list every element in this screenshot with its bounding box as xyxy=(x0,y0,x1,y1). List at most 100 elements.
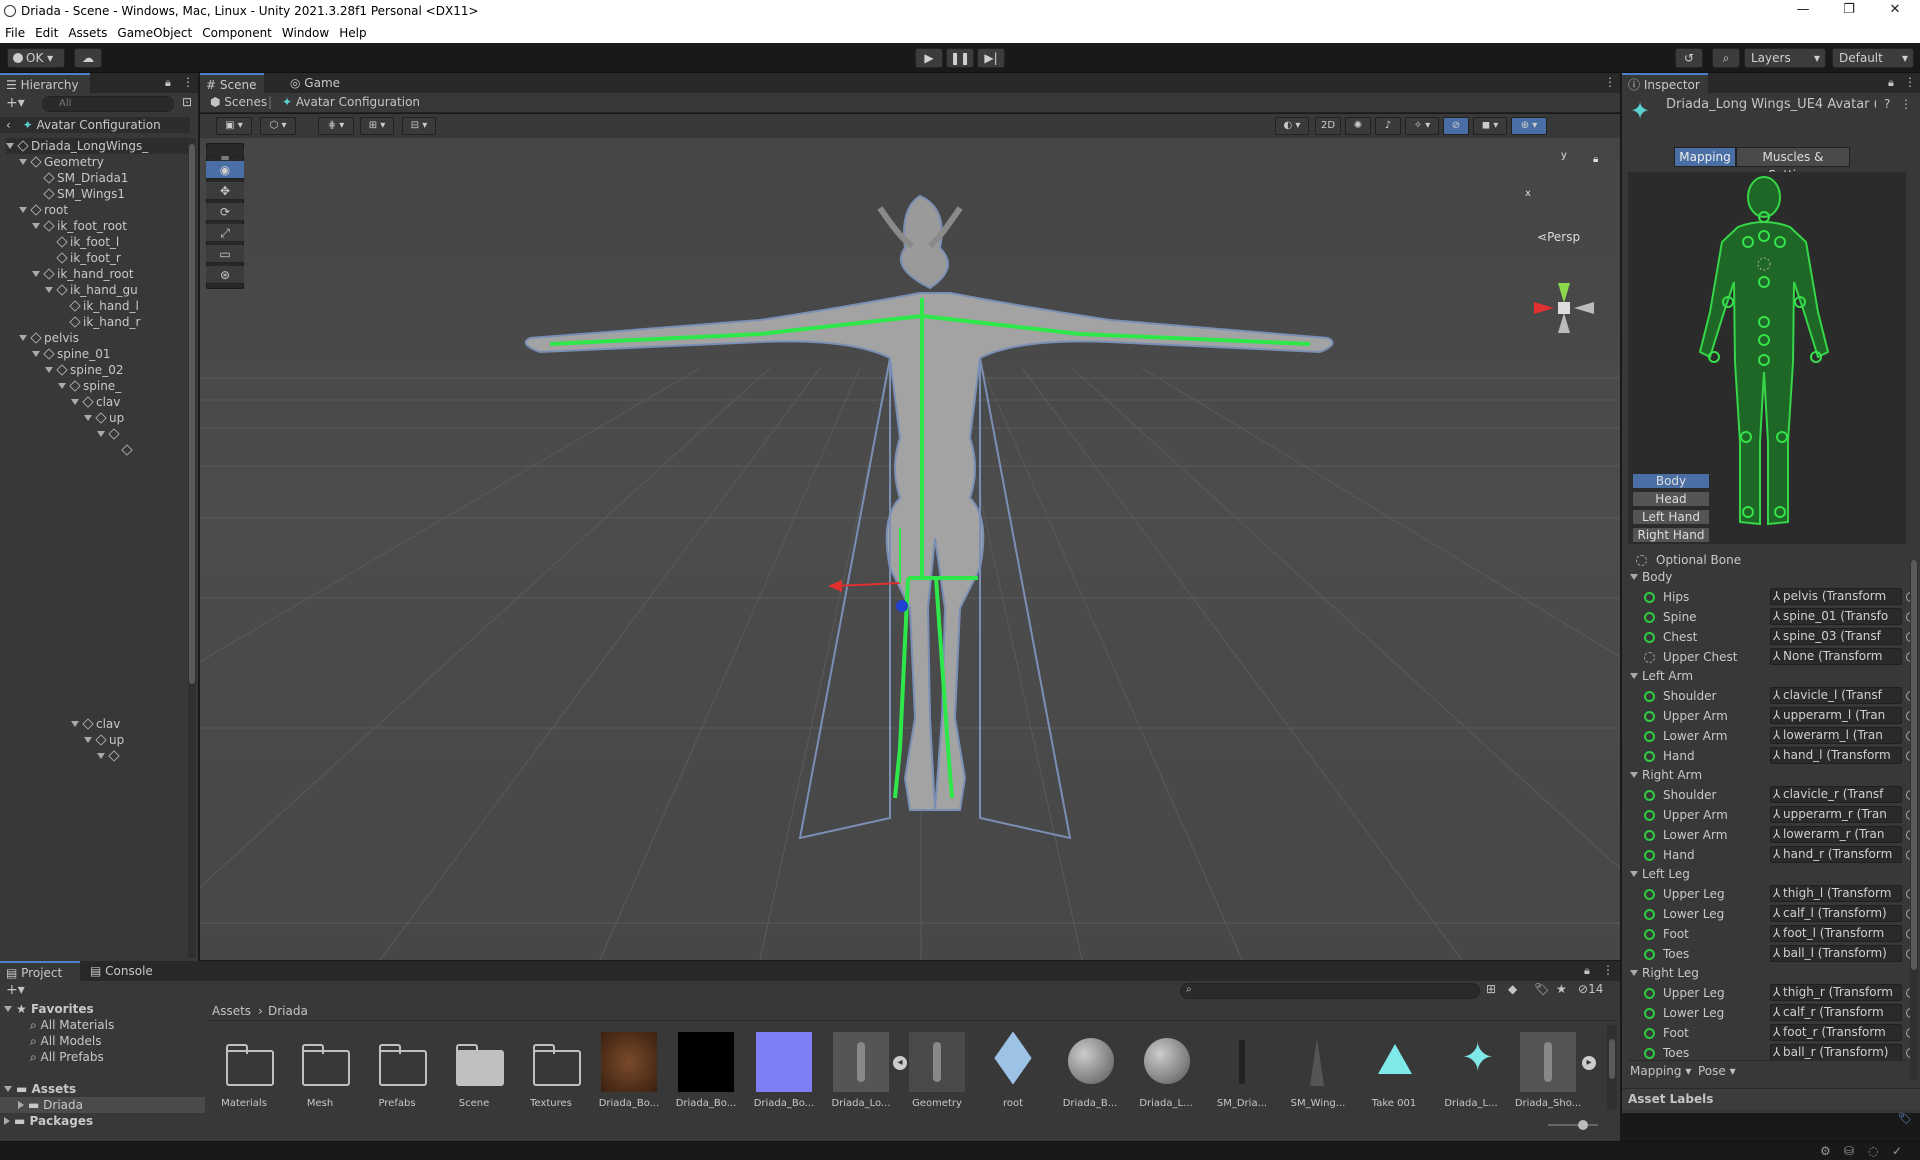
tab-console[interactable]: ▤ Console xyxy=(84,961,164,981)
grid-snap-dropdown[interactable]: ⋕ ▾ xyxy=(318,117,354,135)
hierarchy-search-input[interactable]: All xyxy=(42,96,174,112)
hierarchy-item[interactable]: spine_02 xyxy=(45,362,188,378)
expand-triangle-icon[interactable] xyxy=(1630,871,1638,877)
step-button[interactable]: ▶| xyxy=(977,48,1005,68)
thumbnail-size-slider[interactable] xyxy=(1548,1120,1598,1130)
filter-label-icon[interactable]: ◆ xyxy=(1508,982,1517,996)
minimize-button[interactable]: — xyxy=(1780,0,1826,22)
asset-item[interactable]: Materials xyxy=(208,1030,280,1110)
expand-triangle-icon[interactable] xyxy=(1630,673,1638,679)
inspector-lock-icon[interactable]: 🔒︎ xyxy=(1888,76,1894,90)
tab-inspector[interactable]: ⓘ Inspector xyxy=(1622,73,1708,93)
scene-view-options-dropdown[interactable]: ⊟ ▾ xyxy=(402,117,436,135)
packages-node[interactable]: ▬ Packages xyxy=(4,1113,93,1129)
expand-triangle-icon[interactable] xyxy=(1630,574,1638,580)
lock-icon[interactable]: 🔒︎ xyxy=(165,76,171,90)
layout-dropdown[interactable]: Default ▾ xyxy=(1832,48,1914,68)
expand-triangle-icon[interactable] xyxy=(45,287,53,293)
asset-item[interactable]: Scene xyxy=(438,1030,510,1110)
favorite-icon[interactable]: ★ xyxy=(1556,982,1567,996)
expand-triangle-icon[interactable] xyxy=(19,159,27,165)
collapse-model-icon[interactable]: ◂ xyxy=(893,1056,907,1070)
menu-component[interactable]: Component xyxy=(197,26,277,40)
breadcrumb-driada[interactable]: Driada xyxy=(268,1004,308,1018)
driada-folder-node[interactable]: ▬ Driada xyxy=(0,1097,205,1113)
bone-transform-field[interactable]: ⅄ thigh_l (Transform xyxy=(1770,885,1902,902)
audio-toggle[interactable]: ♪ xyxy=(1375,117,1401,135)
bone-transform-field[interactable]: ⅄ lowerarm_r (Tran xyxy=(1770,826,1902,843)
favorites-node[interactable]: ★ Favorites xyxy=(4,1001,94,1017)
bone-status-icon[interactable] xyxy=(1644,909,1655,920)
asset-item[interactable]: Mesh xyxy=(284,1030,356,1110)
scenes-breadcrumb[interactable]: ⬢ Scenes xyxy=(210,95,267,109)
expand-triangle-icon[interactable] xyxy=(58,383,66,389)
bone-group-header[interactable]: Body xyxy=(1630,568,1672,586)
expand-triangle-icon[interactable] xyxy=(45,367,53,373)
bone-transform-field[interactable]: ⅄ upperarm_r (Tran xyxy=(1770,806,1902,823)
bone-status-icon[interactable] xyxy=(1644,988,1655,999)
add-icon[interactable]: +▾ xyxy=(6,95,25,111)
label-tag-icon[interactable]: 🏷︎ xyxy=(1898,1112,1912,1125)
bone-group-header[interactable]: Left Arm xyxy=(1630,667,1693,685)
view-tool-button[interactable]: ◉ xyxy=(206,161,244,179)
thumbnail-size-handle[interactable] xyxy=(1578,1120,1588,1130)
hierarchy-item[interactable]: SM_Wings1 xyxy=(32,186,188,202)
project-add-icon[interactable]: +▾ xyxy=(6,982,25,998)
inspector-scrollbar[interactable] xyxy=(1910,560,1918,1080)
expand-triangle-icon[interactable] xyxy=(97,431,105,437)
filter-type-icon[interactable]: ⊞ xyxy=(1486,982,1496,996)
hierarchy-item[interactable]: clav xyxy=(71,394,188,410)
more-icon[interactable]: ⋮ xyxy=(182,75,194,89)
asset-item[interactable]: ✦ Driada_L... xyxy=(1435,1030,1507,1110)
bone-transform-field[interactable]: ⅄ foot_l (Transform xyxy=(1770,925,1902,942)
menu-file[interactable]: File xyxy=(0,26,30,40)
bone-transform-field[interactable]: ⅄ None (Transform xyxy=(1770,648,1902,665)
bone-status-icon[interactable] xyxy=(1644,790,1655,801)
transform-tool-button[interactable]: ⊛ xyxy=(206,266,244,284)
asset-item[interactable]: Prefabs xyxy=(361,1030,433,1110)
bone-transform-field[interactable]: ⅄ spine_03 (Transf xyxy=(1770,628,1902,645)
bone-transform-field[interactable]: ⅄ ball_l (Transform) xyxy=(1770,945,1902,962)
bone-transform-field[interactable]: ⅄ foot_r (Transform xyxy=(1770,1024,1902,1041)
bone-transform-field[interactable]: ⅄ pelvis (Transform xyxy=(1770,588,1902,605)
scene-more-icon[interactable]: ⋮ xyxy=(1604,75,1616,89)
progress-icon[interactable]: ◌ xyxy=(1868,1144,1878,1158)
bone-status-icon[interactable] xyxy=(1644,850,1655,861)
shading-dropdown[interactable]: ◐ ▾ xyxy=(1275,117,1309,135)
bone-status-icon[interactable] xyxy=(1644,1008,1655,1019)
check-icon[interactable]: ✓ xyxy=(1892,1144,1902,1158)
asset-item[interactable]: Driada_B... xyxy=(1054,1030,1126,1110)
inspector-more-icon[interactable]: ⋮ xyxy=(1904,75,1916,89)
inspector-scroll-thumb[interactable] xyxy=(1911,560,1917,970)
pose-dropdown[interactable]: Pose ▾ xyxy=(1698,1064,1736,1078)
hierarchy-item[interactable]: ik_foot_l xyxy=(45,234,188,250)
expand-triangle-icon[interactable] xyxy=(32,351,40,357)
hierarchy-item[interactable]: SM_Driada1 xyxy=(32,170,188,186)
assets-node[interactable]: ▬ Assets xyxy=(4,1081,76,1097)
bone-transform-field[interactable]: ⅄ upperarm_l (Tran xyxy=(1770,707,1902,724)
expand-triangle-icon[interactable] xyxy=(84,737,92,743)
project-scrollbar[interactable] xyxy=(1607,1025,1617,1109)
bone-status-icon[interactable] xyxy=(1644,949,1655,960)
hierarchy-scroll-thumb[interactable] xyxy=(189,144,195,684)
expand-triangle-icon[interactable] xyxy=(97,753,105,759)
menu-help[interactable]: Help xyxy=(334,26,371,40)
tab-hierarchy[interactable]: ☰ Hierarchy xyxy=(0,73,90,93)
mapping-dropdown[interactable]: Mapping ▾ xyxy=(1630,1064,1691,1078)
draw-mode-dropdown[interactable]: ▣ ▾ xyxy=(216,117,252,135)
bone-transform-field[interactable]: ⅄ thigh_r (Transform xyxy=(1770,984,1902,1001)
palette-drag-handle[interactable]: ═ xyxy=(206,149,244,165)
expand-triangle-icon[interactable] xyxy=(6,143,14,149)
asset-item[interactable]: SM_Dria... xyxy=(1206,1030,1278,1110)
expand-triangle-icon[interactable] xyxy=(32,271,40,277)
persp-toggle[interactable]: ⋖Persp xyxy=(1537,230,1580,244)
back-icon[interactable]: ‹ xyxy=(6,118,11,132)
cache-icon[interactable]: ⛁ xyxy=(1844,1144,1854,1158)
scene-visibility-icon[interactable]: ⊡ xyxy=(182,95,192,109)
help-icon[interactable]: ? xyxy=(1884,97,1890,111)
view-right-hand-button[interactable]: Right Hand xyxy=(1632,527,1710,543)
view-head-button[interactable]: Head xyxy=(1632,491,1710,507)
asset-item[interactable]: Geometry xyxy=(901,1030,973,1110)
bone-status-icon[interactable] xyxy=(1644,612,1655,623)
cloud-button[interactable]: ☁ xyxy=(74,48,102,68)
